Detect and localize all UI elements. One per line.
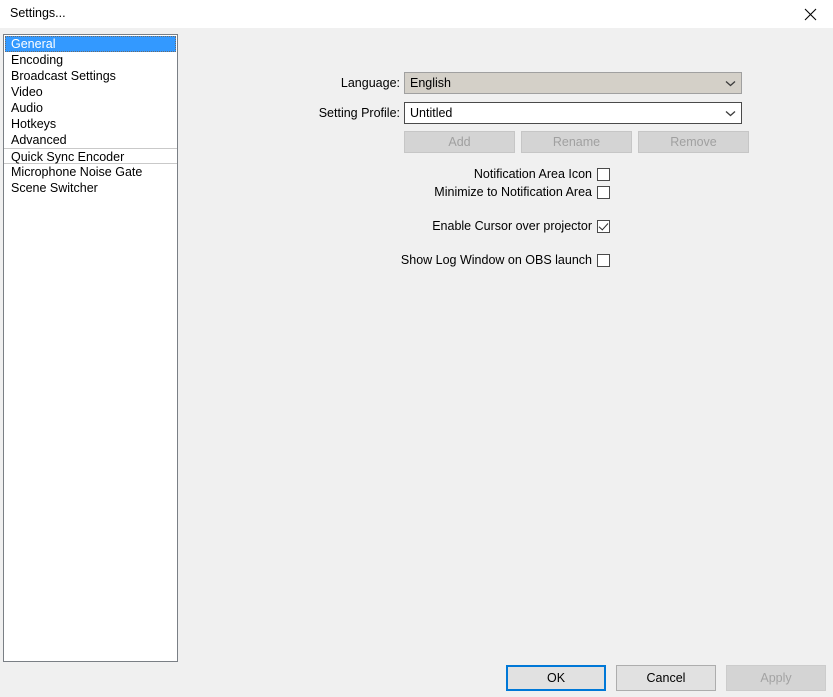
category-item-general[interactable]: General — [5, 36, 176, 52]
chevron-down-icon — [719, 110, 741, 117]
show-log-window-row[interactable]: Show Log Window on OBS launch — [401, 253, 610, 267]
window-title: Settings... — [10, 6, 66, 20]
setting-profile-label: Setting Profile: — [318, 106, 400, 120]
apply-button[interactable]: Apply — [726, 665, 826, 691]
remove-profile-button[interactable]: Remove — [638, 131, 749, 153]
notification-area-icon-label: Notification Area Icon — [473, 167, 592, 181]
notification-area-icon-checkbox[interactable] — [597, 167, 610, 181]
chevron-down-icon — [719, 80, 741, 87]
ok-button[interactable]: OK — [506, 665, 606, 691]
category-item-microphone-noise-gate[interactable]: Microphone Noise Gate — [4, 164, 177, 180]
general-settings-pane: Language: English Setting Profile: Untit… — [185, 34, 830, 662]
language-value: English — [410, 76, 451, 90]
show-log-window-checkbox[interactable] — [597, 253, 610, 267]
category-item-audio[interactable]: Audio — [4, 100, 177, 116]
category-item-broadcast-settings[interactable]: Broadcast Settings — [4, 68, 177, 84]
setting-profile-value: Untitled — [410, 106, 453, 120]
close-icon[interactable] — [787, 0, 833, 28]
category-item-video[interactable]: Video — [4, 84, 177, 100]
cancel-button[interactable]: Cancel — [616, 665, 716, 691]
category-item-quick-sync-encoder[interactable]: Quick Sync Encoder — [4, 148, 177, 164]
minimize-to-notification-area-label: Minimize to Notification Area — [434, 185, 592, 199]
minimize-to-notification-area-checkbox[interactable] — [597, 185, 610, 199]
title-bar: Settings... — [0, 0, 833, 28]
category-item-hotkeys[interactable]: Hotkeys — [4, 116, 177, 132]
category-item-advanced[interactable]: Advanced — [4, 132, 177, 148]
language-dropdown[interactable]: English — [404, 72, 742, 94]
enable-cursor-over-projector-label: Enable Cursor over projector — [432, 219, 592, 233]
notification-area-icon-row[interactable]: Notification Area Icon — [474, 167, 610, 181]
category-item-scene-switcher[interactable]: Scene Switcher — [4, 180, 177, 196]
minimize-to-notification-area-row[interactable]: Minimize to Notification Area — [434, 185, 610, 199]
show-log-window-label: Show Log Window on OBS launch — [400, 253, 592, 267]
rename-profile-button[interactable]: Rename — [521, 131, 632, 153]
enable-cursor-over-projector-checkbox[interactable] — [597, 219, 610, 233]
enable-cursor-over-projector-row[interactable]: Enable Cursor over projector — [432, 219, 610, 233]
add-profile-button[interactable]: Add — [404, 131, 515, 153]
setting-profile-dropdown[interactable]: Untitled — [404, 102, 742, 124]
language-label: Language: — [340, 76, 400, 90]
category-list[interactable]: General Encoding Broadcast Settings Video Au… — [3, 34, 178, 662]
category-item-encoding[interactable]: Encoding — [4, 52, 177, 68]
